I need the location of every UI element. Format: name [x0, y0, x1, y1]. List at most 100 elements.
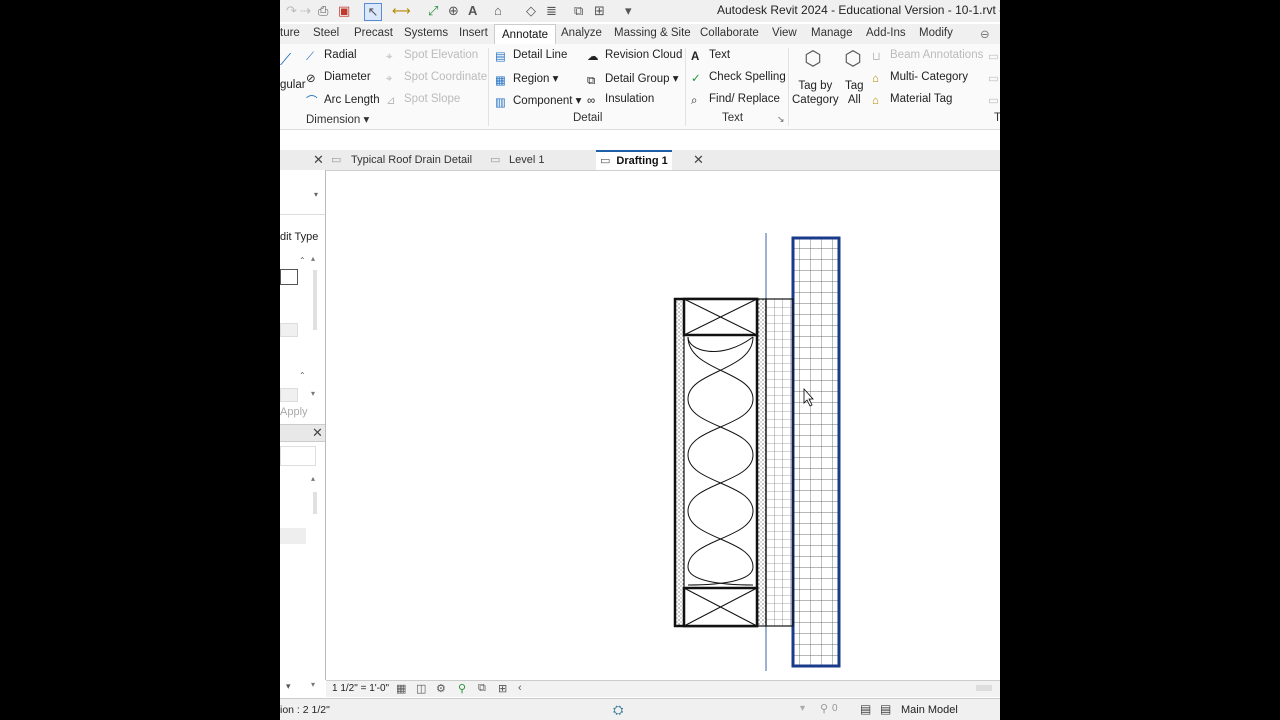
worksharing-icon[interactable]: ⛭ [613, 702, 623, 718]
view-scale[interactable]: 1 1/2" = 1'-0" [332, 683, 389, 694]
detail-group-button[interactable]: ⧉ Detail Group ▾ [587, 71, 679, 87]
tab-manage[interactable]: Manage [811, 27, 853, 39]
text-panel-launcher-icon[interactable]: ↘ [777, 114, 785, 125]
check-spelling-button[interactable]: ✓ Check Spelling [691, 71, 786, 85]
scroll-down-icon[interactable]: ▾ [311, 680, 315, 689]
close-properties-icon[interactable]: ✕ [313, 150, 324, 170]
scroll-down-icon[interactable]: ▾ [286, 681, 291, 692]
region-button[interactable]: ▦ Region ▾ [495, 71, 558, 87]
room-tag-icon[interactable]: ▭ [988, 71, 999, 85]
collapse-arrow-icon[interactable]: ‹ [518, 682, 522, 694]
spot-slope-button[interactable]: ⊿ Spot Slope [386, 93, 460, 107]
measure-icon[interactable]: ⟷ [392, 3, 411, 19]
default-3d-view-icon[interactable]: ⌂ [494, 3, 502, 19]
properties-scrollbar[interactable] [313, 270, 317, 330]
component-button[interactable]: ▥ Component ▾ [495, 93, 581, 109]
tag-all-button[interactable]: Tag All [845, 79, 864, 107]
temporary-hide-icon[interactable]: ⊞ [498, 682, 507, 695]
tab-collaborate[interactable]: Collaborate [700, 27, 759, 39]
dimension-panel-title[interactable]: Dimension ▾ [306, 112, 369, 126]
drafting-view-canvas[interactable] [326, 171, 1000, 679]
redo-icon[interactable]: ⇢ [300, 3, 311, 19]
diameter-button[interactable]: ⊘ Diameter [306, 71, 371, 85]
modify-tool-icon[interactable]: ↖ [364, 3, 382, 21]
ribbon-toggle-icon[interactable]: ⊖ [980, 27, 990, 41]
collapse-icon[interactable]: ⌃ [299, 256, 306, 265]
tab-annotate[interactable]: Annotate [494, 24, 557, 45]
keynote-icon[interactable]: ▭ [988, 49, 999, 63]
detail-line-button[interactable]: ▤ Detail Line [495, 49, 567, 63]
find-replace-button[interactable]: ⌕ Find/ Replace [691, 93, 780, 107]
switch-windows-icon[interactable]: ⊞ [594, 3, 605, 19]
wall-section-detail[interactable] [326, 171, 1000, 679]
tab-structure[interactable]: ture [280, 27, 300, 39]
tag-by-category-button[interactable]: Tag by Category [792, 79, 839, 107]
tab-steel[interactable]: Steel [313, 27, 339, 39]
dropdown-arrow-icon[interactable]: ▾ [800, 703, 805, 714]
tab-insert[interactable]: Insert [459, 27, 488, 39]
property-value-field[interactable] [280, 388, 298, 402]
collapse-icon[interactable]: ⌃ [299, 371, 306, 380]
ribbon-annotate: ⟋ gular ⟋ Radial ⊘ Diameter ⌒ Arc Length ⌖ S… [280, 44, 1000, 130]
angular-dimension-icon[interactable]: ⟋ [280, 52, 291, 70]
multi-category-button[interactable]: ⌂ Multi- Category [872, 71, 968, 85]
filter-icon[interactable]: ⚲ [820, 702, 828, 715]
active-model[interactable]: Main Model [901, 704, 958, 716]
material-tag-button[interactable]: ⌂ Material Tag [872, 93, 952, 107]
edit-type-button[interactable]: dit Type [280, 231, 318, 243]
show-hide-icon[interactable]: ⚲ [458, 682, 466, 695]
sun-path-icon[interactable]: ⚙ [436, 682, 446, 695]
insulation-button[interactable]: ∞ Insulation [587, 93, 654, 107]
property-value-field[interactable] [280, 269, 298, 285]
tab-precast[interactable]: Precast [354, 27, 393, 39]
property-value-field[interactable] [280, 323, 298, 337]
tag-icon[interactable]: ⊕ [448, 3, 459, 19]
tab-massing-site[interactable]: Massing & Site [614, 27, 691, 39]
tab-add-ins[interactable]: Add-Ins [866, 27, 906, 39]
scroll-up-icon[interactable]: ▴ [311, 474, 315, 483]
sync-icon[interactable]: ▣ [338, 3, 350, 19]
beam-annotations-icon: ⊔ [872, 51, 881, 63]
project-browser-scrollbar[interactable] [313, 492, 317, 514]
arc-length-button[interactable]: ⌒ Arc Length [306, 93, 380, 108]
text-icon[interactable]: A [468, 3, 477, 19]
customize-qat-icon[interactable]: ▾ [625, 3, 632, 19]
tab-analyze[interactable]: Analyze [561, 27, 602, 39]
sheathing-layer[interactable] [765, 298, 794, 627]
tab-modify[interactable]: Modify [919, 27, 953, 39]
tab-view[interactable]: View [772, 27, 797, 39]
detail-level-icon[interactable]: ▦ [396, 682, 406, 695]
gypsum-board[interactable] [674, 298, 685, 627]
print-icon[interactable]: ⎙ [318, 3, 328, 19]
aligned-dimension-icon[interactable]: ⤢ [428, 3, 438, 19]
undo-icon[interactable]: ↷ [286, 3, 297, 19]
membrane-layer[interactable] [756, 298, 767, 627]
type-selector[interactable]: ▾ [280, 170, 325, 215]
crop-view-icon[interactable]: ⧉ [478, 682, 486, 695]
scroll-up-icon[interactable]: ▴ [311, 254, 319, 266]
project-browser-search[interactable] [280, 446, 316, 466]
spot-elevation-button[interactable]: ⌖ Spot Elevation [386, 49, 478, 63]
beam-annotations-button[interactable]: ⊔ Beam Annotations [872, 49, 983, 63]
radial-button[interactable]: ⟋ Radial [306, 49, 357, 63]
view-tab-typical-roof-drain[interactable]: Typical Roof Drain Detail [351, 150, 472, 170]
design-options-icon[interactable]: ▤ [860, 702, 871, 716]
section-icon[interactable]: ◇ [526, 3, 536, 19]
area-tag-icon[interactable]: ▭ [988, 93, 999, 107]
visual-style-icon[interactable]: ◫ [416, 682, 426, 695]
revision-cloud-button[interactable]: ☁ Revision Cloud [587, 49, 682, 63]
text-button[interactable]: A Text [691, 49, 730, 63]
horizontal-scrollbar[interactable] [976, 685, 992, 691]
view-tab-drafting-1[interactable]: ▭ Drafting 1 [596, 150, 672, 170]
scroll-down-icon[interactable]: ▾ [311, 389, 315, 398]
spot-coordinate-button[interactable]: ⌖ Spot Coordinate [386, 71, 487, 85]
apply-button[interactable]: Apply [280, 406, 308, 418]
tab-systems[interactable]: Systems [404, 27, 448, 39]
project-browser-item[interactable] [280, 528, 306, 544]
close-view-tab-icon[interactable]: ✕ [693, 150, 704, 170]
close-hidden-windows-icon[interactable]: ⧉ [574, 3, 583, 19]
close-project-browser-icon[interactable]: ✕ [312, 425, 323, 441]
cladding-region[interactable] [791, 236, 841, 668]
thin-lines-icon[interactable]: ≣ [546, 3, 557, 19]
view-tab-level-1[interactable]: Level 1 [509, 150, 544, 170]
